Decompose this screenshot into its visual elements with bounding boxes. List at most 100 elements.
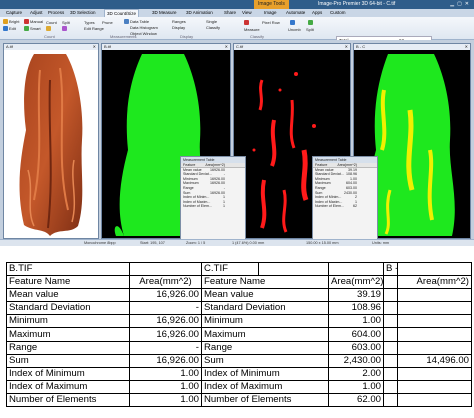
table-cell — [383, 340, 398, 355]
table-cell: Area(mm^2) — [397, 275, 472, 290]
edit-range-button[interactable]: Edit Range — [84, 26, 104, 31]
table-cell — [397, 261, 472, 277]
tab-image[interactable]: Image — [262, 9, 279, 17]
close-icon[interactable]: ✕ — [225, 44, 228, 50]
context-tab-image-tools[interactable]: Image Tools — [254, 0, 289, 9]
table-cell — [258, 261, 329, 277]
table-row: Maximum 16,926.00 Maximum 604.00 — [6, 327, 472, 342]
count-button[interactable]: Count — [46, 20, 57, 25]
table-cell: Feature Name — [201, 275, 329, 290]
window-c-title: C.tif ✕ — [234, 44, 350, 50]
manual-icon — [24, 19, 29, 24]
results-table: B.TIFC.TIFB - CFeature NameArea(mm^2)Fea… — [6, 261, 472, 408]
table-cell: Range — [6, 340, 130, 355]
table-cell — [397, 392, 472, 408]
table-row: Standard Deviation - Standard Deviation 108… — [6, 301, 472, 316]
tab-automate[interactable]: Automate — [284, 9, 307, 17]
table-row: Mean value 16,926.00 Mean value 39.19 — [6, 288, 472, 303]
status-bar: Monochrome 8bpp Start: 195, 107 Zoom: 1 … — [0, 239, 474, 246]
table-cell: Feature Name — [6, 275, 130, 290]
hair-photo — [19, 54, 83, 236]
split-icon — [62, 26, 67, 31]
table-cell: 1.00 — [328, 379, 384, 394]
table-cell — [397, 379, 472, 394]
table-cell: 62.00 — [328, 392, 384, 408]
close-icon[interactable]: ✕ — [345, 44, 348, 50]
table-cell: 1.00 — [129, 379, 202, 394]
table-cell — [397, 366, 472, 381]
table-cell: 14,496.00 — [397, 353, 472, 368]
bright-icon — [3, 19, 8, 24]
measurement-table-b[interactable]: Measurement Table Feature Area(mm^2) Mean… — [180, 156, 246, 246]
table-cell: 1.00 — [328, 314, 384, 329]
types-button[interactable]: Types — [84, 20, 95, 25]
tab-custom[interactable]: Custom — [328, 9, 348, 17]
group-measurements: Measurements — [110, 34, 137, 39]
manual-button[interactable]: Manual — [30, 19, 43, 24]
table-row: Index of Maximum 1.00 Index of Maximum 1.00 — [6, 379, 472, 394]
table-row: Sum 16,926.00 Sum 2,430.00 14,496.00 — [6, 353, 472, 368]
smart-icon — [24, 26, 29, 31]
measurement-row: Number of Elem... 1 — [183, 204, 225, 209]
table-cell — [383, 327, 398, 342]
classify-button[interactable]: Classify — [206, 25, 220, 30]
tab-apps[interactable]: Apps — [310, 9, 324, 17]
tab-view[interactable]: View — [240, 9, 254, 17]
ranges-button[interactable]: Ranges — [172, 19, 186, 24]
table-cell: Number of Elements — [6, 392, 130, 408]
split-objects-button[interactable]: Split — [306, 27, 314, 32]
window-a-title: A.tif ✕ — [4, 44, 98, 50]
bright-button[interactable]: Bright — [9, 19, 19, 24]
table-cell: 604.00 — [328, 327, 384, 342]
app-window: Image Tools Image-Pro Premier 3D 64-bit … — [0, 0, 474, 246]
tab-3d-animation[interactable]: 3D Animation — [184, 9, 215, 17]
status-units: Units: mm — [372, 241, 390, 245]
table-cell: Area(mm^2) — [129, 275, 202, 290]
image-window-a[interactable]: A.tif ✕ — [3, 43, 99, 239]
table-cell: Sum — [6, 353, 130, 368]
tab-capture[interactable]: Capture — [4, 9, 24, 17]
close-icon[interactable]: ✕ — [465, 44, 468, 50]
image-workspace: A.tif ✕ B.tif ✕ C.tif ✕ B - C ✕ Measurem… — [0, 40, 474, 246]
measure-icon — [244, 20, 249, 25]
tab-adjust[interactable]: Adjust — [28, 9, 45, 17]
data-table-button[interactable]: Data Table — [130, 19, 149, 24]
table-cell: B - C — [383, 261, 398, 277]
measurement-table-c[interactable]: Measurement Table Feature Area(mm^2) Mean… — [312, 156, 378, 246]
table-cell: - — [129, 301, 202, 316]
ribbon: Bright Manual Edit Smart Count Split Typ… — [0, 17, 474, 55]
split-button[interactable]: Split — [62, 20, 70, 25]
tab-3d-count-size[interactable]: 3D Count/Size — [104, 9, 140, 17]
group-classify: Classify — [250, 34, 265, 39]
status-start: Start: 195, 107 — [140, 241, 165, 245]
window-title: Image-Pro Premier 3D 64-bit - C.tif — [318, 1, 396, 7]
table-cell: Minimum — [6, 314, 130, 329]
table-cell — [383, 379, 398, 394]
single-button[interactable]: Single — [206, 19, 217, 24]
table-cell — [397, 301, 472, 316]
uncombine-button[interactable]: Uncmb — [288, 27, 301, 32]
table-cell: 1.00 — [129, 392, 202, 408]
tab-3d-measure[interactable]: 3D Measure — [150, 9, 179, 17]
measure-button[interactable]: Measure — [244, 27, 260, 32]
table-cell — [383, 366, 398, 381]
edit-button[interactable]: Edit — [9, 26, 16, 31]
tab-share[interactable]: Share — [222, 9, 238, 17]
table-group-row: B.TIF C.TIF B - C — [6, 261, 472, 277]
window-controls[interactable]: ▁▢✕ — [450, 0, 472, 9]
group-count: Count — [44, 34, 55, 39]
table-cell — [383, 353, 398, 368]
pixel-row-button[interactable]: Pixel Row — [262, 20, 280, 25]
smart-button[interactable]: Smart — [30, 26, 41, 31]
status-position: 1 (47.6%) 0.00 mm — [232, 241, 265, 245]
table-cell — [383, 301, 398, 316]
split-objects-icon — [308, 20, 313, 25]
tab-process[interactable]: Process — [46, 9, 66, 17]
data-histogram-button[interactable]: Data Histogram — [130, 25, 158, 30]
prune-button[interactable]: Prune — [102, 20, 113, 25]
table-cell: 603.00 — [328, 340, 384, 355]
display-button[interactable]: Display — [172, 25, 185, 30]
tab-3d-selection[interactable]: 3D Selection — [68, 9, 98, 17]
table-cell: Index of Minimum — [6, 366, 130, 381]
close-icon[interactable]: ✕ — [93, 44, 96, 50]
